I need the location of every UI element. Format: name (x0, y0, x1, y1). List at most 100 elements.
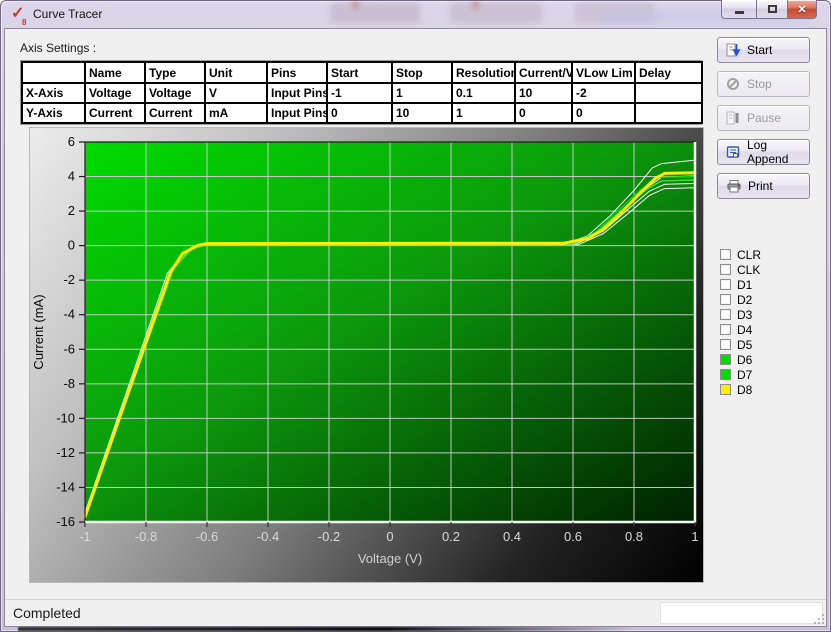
axis-cell[interactable]: 0 (327, 103, 392, 123)
channel-checkbox-d3[interactable] (720, 309, 731, 320)
x-axis-title: Voltage (V) (358, 551, 422, 566)
x-tick-label: 0.6 (564, 529, 582, 544)
axis-cell[interactable]: Voltage (145, 83, 205, 103)
window-bottom-shadow (18, 627, 690, 631)
start-button[interactable]: Start (717, 37, 810, 63)
close-button[interactable]: ✕ (788, 0, 817, 19)
channel-checkbox-d1[interactable] (720, 279, 731, 290)
minimize-icon (735, 11, 744, 14)
channel-label: D7 (737, 368, 752, 382)
channel-label: D1 (737, 278, 752, 292)
glass-reflection (472, 1, 479, 8)
minimize-button[interactable] (721, 0, 756, 19)
axis-cell[interactable]: 1 (452, 103, 515, 123)
maximize-button[interactable] (756, 0, 788, 19)
axis-cell[interactable]: Voltage (85, 83, 145, 103)
glass-reflection (450, 3, 542, 23)
channel-row-clr: CLR (720, 247, 761, 262)
channel-row-d2: D2 (720, 292, 761, 307)
axis-cell[interactable]: mA (205, 103, 267, 123)
close-icon: ✕ (797, 3, 806, 16)
axis-table-header: VLow Lim (572, 62, 635, 83)
channel-checkbox-d6[interactable] (720, 354, 731, 365)
channel-row-clk: CLK (720, 262, 761, 277)
x-tick-label: -0.8 (135, 529, 157, 544)
axis-settings-label: Axis Settings : (20, 41, 96, 55)
x-tick-label: 0.8 (625, 529, 643, 544)
curve-tracer-window: ✓8 Curve Tracer ✕ Axis Settings : NameTy… (0, 0, 831, 632)
x-tick-label: 0 (386, 529, 393, 544)
channel-label: D4 (737, 323, 752, 337)
channel-label: D8 (737, 383, 752, 397)
log-append-button[interactable]: Log Append (717, 139, 810, 165)
axis-cell[interactable]: V (205, 83, 267, 103)
channel-label: D5 (737, 338, 752, 352)
axis-cell[interactable]: 10 (392, 103, 452, 123)
axis-cell[interactable]: 0 (515, 103, 572, 123)
y-tick-label: -10 (56, 410, 75, 425)
channel-checkbox-d5[interactable] (720, 339, 731, 350)
table-row: Y-AxisCurrentCurrentmAInput Pins010100 (22, 103, 702, 123)
print-button[interactable]: Print (717, 173, 810, 199)
status-text: Completed (13, 605, 81, 621)
status-field (660, 602, 823, 624)
x-tick-label: 1 (691, 529, 698, 544)
start-icon (726, 43, 741, 57)
axis-cell[interactable]: 0.1 (452, 83, 515, 103)
glass-reflection (352, 1, 359, 8)
print-icon (726, 179, 742, 193)
table-row: X-AxisVoltageVoltageVInput Pins-110.110-… (22, 83, 702, 103)
axis-table-header: Current/V (515, 62, 572, 83)
channel-list: CLRCLKD1D2D3D4D5D6D7D8 (720, 247, 761, 397)
y-tick-label: 4 (68, 169, 75, 184)
channel-row-d6: D6 (720, 352, 761, 367)
curve-chart: 6420-2-4-6-8-10-12-14-16-1-0.8-0.6-0.4-0… (30, 128, 703, 582)
axis-cell[interactable]: 0 (572, 103, 635, 123)
axis-table-header: Start (327, 62, 392, 83)
axis-table-header: Type (145, 62, 205, 83)
axis-cell[interactable]: 10 (515, 83, 572, 103)
y-tick-label: -6 (63, 341, 75, 356)
channel-checkbox-clk[interactable] (720, 264, 731, 275)
axis-row-label: Y-Axis (22, 103, 85, 123)
axis-table-header: Delay (635, 62, 702, 83)
channel-checkbox-d2[interactable] (720, 294, 731, 305)
y-tick-label: -16 (56, 514, 75, 529)
axis-table-header (22, 62, 85, 83)
stop-button: Stop (717, 71, 810, 97)
axis-table-header: Stop (392, 62, 452, 83)
channel-label: CLK (737, 263, 760, 277)
channel-checkbox-d8[interactable] (720, 384, 731, 395)
channel-label: D2 (737, 293, 752, 307)
axis-cell[interactable]: Current (85, 103, 145, 123)
app-icon: ✓8 (11, 5, 29, 23)
y-tick-label: 0 (68, 238, 75, 253)
x-tick-label: 0.2 (442, 529, 460, 544)
axis-cell[interactable]: -2 (572, 83, 635, 103)
title-bar[interactable]: ✓8 Curve Tracer ✕ (0, 0, 831, 29)
y-tick-label: -2 (63, 272, 75, 287)
channel-checkbox-d4[interactable] (720, 324, 731, 335)
axis-cell[interactable]: Input Pins (267, 103, 327, 123)
channel-row-d3: D3 (720, 307, 761, 322)
resize-grip[interactable] (814, 614, 824, 624)
axis-cell[interactable]: -1 (327, 83, 392, 103)
channel-label: D6 (737, 353, 752, 367)
window-title: Curve Tracer (33, 7, 102, 21)
axis-cell[interactable]: 1 (392, 83, 452, 103)
axis-cell[interactable]: Current (145, 103, 205, 123)
axis-row-label: X-Axis (22, 83, 85, 103)
channel-checkbox-clr[interactable] (720, 249, 731, 260)
x-tick-label: -0.4 (257, 529, 279, 544)
y-tick-label: 2 (68, 203, 75, 218)
axis-cell[interactable] (635, 83, 702, 103)
pause-icon (726, 111, 741, 125)
channel-label: D3 (737, 308, 752, 322)
channel-checkbox-d7[interactable] (720, 369, 731, 380)
axis-cell[interactable] (635, 103, 702, 123)
x-tick-label: 0.4 (503, 529, 521, 544)
channel-row-d1: D1 (720, 277, 761, 292)
x-tick-label: -0.2 (318, 529, 340, 544)
axis-cell[interactable]: Input Pins (267, 83, 327, 103)
axis-table-header: Pins (267, 62, 327, 83)
